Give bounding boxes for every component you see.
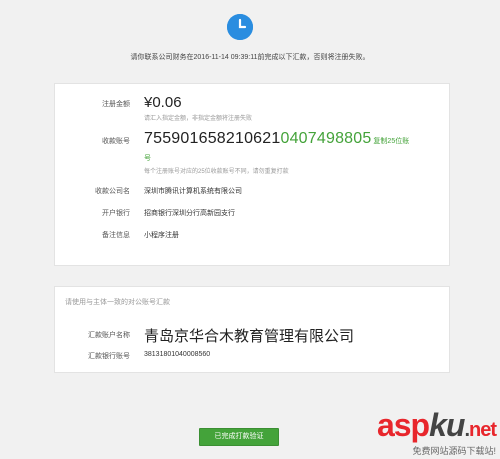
payer-tip: 请使用与主体一致的对公账号汇款 xyxy=(65,299,170,306)
watermark-subtitle: 免费网站源码下载站! xyxy=(412,446,496,456)
amount-value: ¥0.06 xyxy=(144,94,182,111)
remark-label: 备注信息 xyxy=(102,232,130,239)
copy-account-link-cont[interactable]: 号 xyxy=(144,153,151,163)
payer-info-card: 请使用与主体一致的对公账号汇款 汇款账户名称 青岛京华合木教育管理有限公司 汇款… xyxy=(54,286,450,373)
bank-value: 招商银行深圳分行高新园支行 xyxy=(144,210,235,217)
account-label: 收款账号 xyxy=(102,138,130,145)
bank-label: 开户银行 xyxy=(102,210,130,217)
site-watermark: aspku.net 免费网站源码下载站! xyxy=(376,407,497,457)
copy-account-link[interactable]: 复制25位账 xyxy=(373,138,409,145)
payer-account-value: 38131801040008560 xyxy=(144,351,211,358)
amount-hint: 请汇入指定金额，非指定金额将注册失败 xyxy=(144,116,253,122)
amount-label: 注册金额 xyxy=(102,101,130,108)
payee-label: 收款公司名 xyxy=(95,188,130,195)
payer-account-label: 汇款银行账号 xyxy=(88,353,130,360)
account-number-prefix: 755901658210621 xyxy=(144,130,281,147)
account-hint: 每个注册账号对应的25位收款账号不同，请勿重复打款 xyxy=(144,169,289,175)
remark-value: 小程序注册 xyxy=(144,232,179,239)
account-number-suffix: 0407498805 xyxy=(280,130,372,147)
deadline-notice: 请你联系公司财务在2016-11-14 09:39:11前完成以下汇款，否则将注… xyxy=(130,54,370,61)
confirm-payment-button[interactable]: 已完成打款验证 xyxy=(199,428,279,446)
payer-name-value: 青岛京华合木教育管理有限公司 xyxy=(144,328,355,345)
watermark-logo: aspku.net xyxy=(376,407,497,443)
account-value: 7559016582106210407498805 复制25位账 xyxy=(144,130,409,148)
payment-info-card: 注册金额 ¥0.06 请汇入指定金额，非指定金额将注册失败 收款账号 75590… xyxy=(54,83,450,266)
payer-name-label: 汇款账户名称 xyxy=(88,332,130,339)
clock-icon xyxy=(227,14,253,40)
payee-value: 深圳市腾讯计算机系统有限公司 xyxy=(144,188,242,195)
